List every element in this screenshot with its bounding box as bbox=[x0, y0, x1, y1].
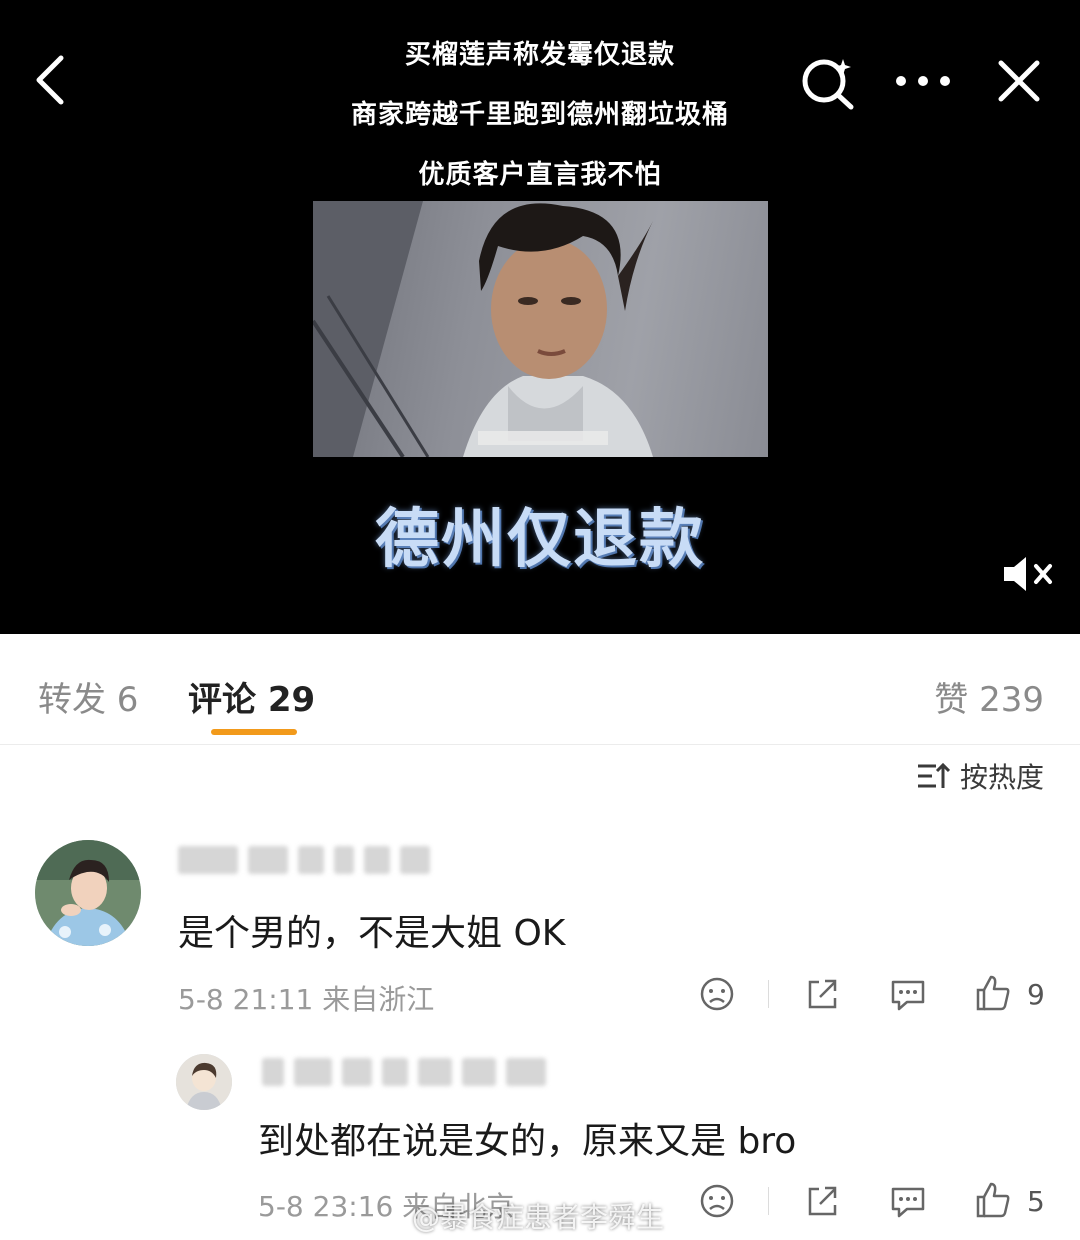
tab-repost[interactable]: 转发 6 bbox=[38, 672, 138, 721]
like-button[interactable] bbox=[973, 972, 1013, 1014]
more-button[interactable] bbox=[893, 64, 953, 98]
mute-button[interactable] bbox=[998, 552, 1058, 596]
sort-icon bbox=[917, 762, 950, 788]
caption-line-2: 商家跨越千里跑到德州翻垃圾桶 bbox=[350, 100, 729, 130]
video-still-image bbox=[313, 201, 653, 457]
share-icon bbox=[808, 1186, 837, 1216]
watermark: @暴食症患者李舜生 bbox=[412, 1201, 665, 1234]
comment-text: 到处都在说是女的，原来又是 bro bbox=[258, 1121, 797, 1162]
comment-text: 是个男的，不是大姐 OK bbox=[178, 913, 566, 954]
avatar-image bbox=[176, 1054, 232, 1110]
share-button[interactable] bbox=[802, 974, 842, 1014]
sort-label: 按热度 bbox=[959, 761, 1044, 794]
comment-bubble-icon bbox=[891, 980, 925, 1011]
back-button[interactable] bbox=[24, 50, 74, 110]
username-blurred[interactable] bbox=[178, 846, 430, 874]
avatar[interactable] bbox=[35, 840, 141, 946]
more-dots-icon bbox=[896, 76, 950, 86]
sad-face-icon bbox=[700, 1184, 734, 1218]
tab-likes[interactable]: 赞 239 bbox=[934, 672, 1044, 721]
close-button[interactable] bbox=[994, 56, 1044, 106]
search-sparkle-icon bbox=[802, 59, 854, 110]
caption-line-3: 优质客户直言我不怕 bbox=[418, 160, 662, 190]
sad-face-icon bbox=[700, 977, 734, 1011]
comment-meta: 5-8 21:11 来自浙江 bbox=[178, 983, 435, 1016]
share-icon bbox=[808, 979, 837, 1009]
reply-button[interactable] bbox=[887, 974, 929, 1014]
thumbs-up-icon bbox=[976, 1182, 1010, 1218]
reply-button[interactable] bbox=[887, 1181, 929, 1221]
comment-bubble-icon bbox=[891, 1187, 925, 1218]
dislike-button[interactable] bbox=[697, 974, 737, 1014]
divider bbox=[768, 980, 769, 1008]
thumbs-up-icon bbox=[976, 975, 1010, 1011]
tab-comments[interactable]: 评论 29 bbox=[188, 672, 315, 721]
like-count: 9 bbox=[1027, 978, 1045, 1011]
avatar[interactable] bbox=[176, 1054, 232, 1110]
video-player[interactable]: 买榴莲声称发霉仅退款 商家跨越千里跑到德州翻垃圾桶 优质客户直言我不怕 德州仅退… bbox=[0, 0, 1080, 634]
active-tab-indicator bbox=[211, 729, 297, 735]
avatar-image bbox=[35, 840, 141, 946]
username-blurred[interactable] bbox=[262, 1058, 546, 1086]
search-button[interactable] bbox=[798, 52, 858, 112]
share-button[interactable] bbox=[802, 1181, 842, 1221]
video-big-title: 德州仅退款 bbox=[375, 503, 705, 577]
like-count: 5 bbox=[1027, 1185, 1045, 1218]
divider bbox=[768, 1187, 769, 1215]
chevron-left-icon bbox=[36, 55, 64, 105]
speaker-muted-icon bbox=[1004, 557, 1052, 591]
video-frame bbox=[313, 201, 768, 457]
sort-toggle[interactable]: 按热度 bbox=[916, 756, 1044, 796]
close-icon bbox=[998, 60, 1040, 102]
like-button[interactable] bbox=[973, 1179, 1013, 1221]
interaction-tabs: 转发 6 评论 29 赞 239 bbox=[0, 634, 1080, 745]
dislike-button[interactable] bbox=[697, 1181, 737, 1221]
